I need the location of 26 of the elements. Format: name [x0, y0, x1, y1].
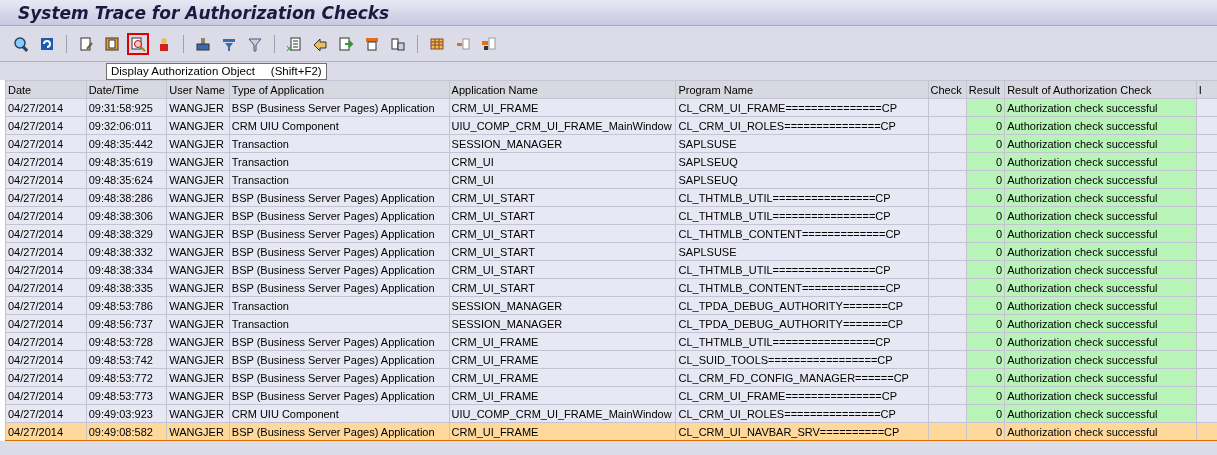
stamp-icon — [195, 35, 211, 52]
magnifier-icon — [13, 35, 29, 52]
column-header[interactable]: Date/Time — [86, 80, 167, 99]
refresh-icon — [39, 35, 55, 52]
funnel-icon — [247, 35, 263, 52]
column-header[interactable]: Result of Authorization Check — [1004, 80, 1197, 99]
document-pencil-icon — [78, 35, 94, 52]
column-header[interactable]: Type of Application — [229, 80, 450, 99]
table-layout-icon — [364, 35, 380, 52]
column-header[interactable]: I — [1196, 80, 1217, 99]
column-header[interactable]: Result — [966, 80, 1005, 99]
tooltip-text: Display Authorization Object — [111, 65, 255, 77]
document-frame-icon — [104, 35, 120, 52]
document-export-icon — [338, 35, 354, 52]
shortcut-text: (Shift+F2) — [270, 65, 322, 77]
column-header[interactable]: User Name — [166, 80, 230, 99]
column-header[interactable]: Check — [928, 80, 967, 99]
column-header[interactable]: Program Name — [675, 80, 928, 99]
grid-icon — [429, 35, 445, 52]
window-title: System Trace for Authorization Checks — [18, 3, 390, 23]
column-header[interactable]: Application Name — [449, 80, 676, 99]
columns-save-icon — [481, 35, 497, 52]
column-icon — [455, 35, 471, 52]
column-header[interactable]: Date — [5, 80, 87, 99]
magnifier-document-icon — [130, 35, 146, 52]
spreadsheet-icon — [286, 35, 302, 52]
